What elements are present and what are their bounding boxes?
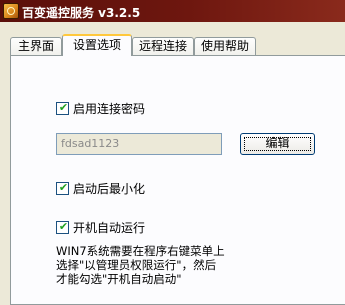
note-line: WIN7系统需要在程序右键菜单上 xyxy=(56,244,225,258)
window-title: 百变遥控服务 v3.2.5 xyxy=(22,6,141,20)
tab-settings[interactable]: 设置选项 xyxy=(62,34,132,56)
minimize-on-start-option[interactable]: ✔ 启动后最小化 xyxy=(56,180,145,196)
tab-remote-connection[interactable]: 远程连接 xyxy=(132,37,194,55)
check-mark-icon: ✔ xyxy=(58,180,69,194)
app-icon[interactable] xyxy=(3,3,19,19)
edit-button[interactable]: 编辑 xyxy=(240,133,315,155)
check-mark-icon: ✔ xyxy=(58,100,69,114)
enable-password-option[interactable]: ✔ 启用连接密码 xyxy=(56,100,145,116)
enable-password-label: 启用连接密码 xyxy=(73,101,146,116)
autostart-checkbox[interactable]: ✔ xyxy=(56,219,69,234)
title-bar[interactable]: 百变遥控服务 v3.2.5 xyxy=(0,0,345,22)
tab-main[interactable]: 主界面 xyxy=(10,37,62,55)
win7-note: WIN7系统需要在程序右键菜单上 选择"以管理员权限运行"，然后 才能勾选"开机… xyxy=(56,244,256,286)
enable-password-checkbox[interactable]: ✔ xyxy=(56,100,69,115)
tab-help[interactable]: 使用帮助 xyxy=(194,37,256,55)
edit-button-label: 编辑 xyxy=(265,136,290,150)
tab-strip: 主界面 设置选项 远程连接 使用帮助 xyxy=(10,34,340,56)
note-line: 选择"以管理员权限运行"，然后 xyxy=(56,258,217,272)
minimize-on-start-label: 启动后最小化 xyxy=(73,181,146,196)
autostart-option[interactable]: ✔ 开机自动运行 xyxy=(56,219,145,235)
password-field[interactable]: fdsad1123 xyxy=(56,133,222,155)
check-mark-icon: ✔ xyxy=(58,219,69,233)
app-window: 百变遥控服务 v3.2.5 主界面 设置选项 远程连接 使用帮助 ✔ 启用连接密… xyxy=(0,0,345,305)
autostart-label: 开机自动运行 xyxy=(73,220,146,235)
note-line: 才能勾选"开机自动启动" xyxy=(56,272,182,286)
minimize-on-start-checkbox[interactable]: ✔ xyxy=(56,180,69,195)
